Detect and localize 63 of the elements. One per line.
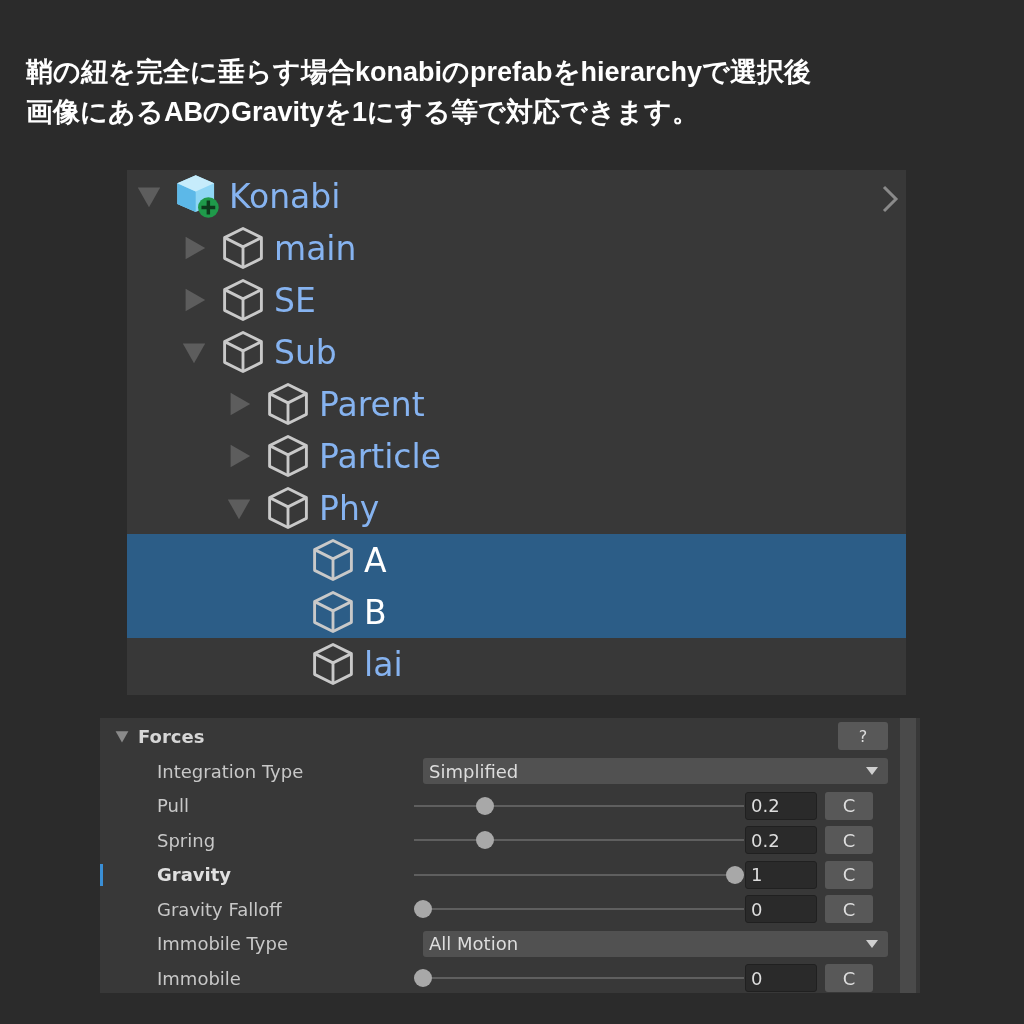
cube-icon: [265, 381, 311, 427]
hierarchy-row[interactable]: main: [127, 222, 906, 274]
number-field[interactable]: 0: [745, 964, 817, 993]
curve-button[interactable]: C: [825, 964, 873, 993]
section-title: Forces: [138, 725, 206, 747]
number-field[interactable]: 0.2: [745, 826, 817, 855]
prefab-cube-icon: [175, 173, 221, 219]
number-field[interactable]: 0: [745, 895, 817, 924]
hierarchy-row[interactable]: Particle: [127, 430, 906, 482]
object-name: Phy: [319, 488, 380, 528]
object-name: A: [364, 540, 387, 580]
dropdown[interactable]: All Motion: [423, 930, 888, 957]
hierarchy-row[interactable]: Sub: [127, 326, 906, 378]
object-name: Particle: [319, 436, 441, 476]
caption-line: 鞘の紐を完全に垂らす場合konabiのprefabをhierarchyで選択後: [26, 56, 812, 89]
property-label: Immobile: [156, 967, 242, 989]
cube-icon: [310, 641, 356, 687]
property-label: Integration Type: [156, 760, 305, 782]
expanded-arrow-icon[interactable]: [114, 728, 130, 744]
slider-thumb[interactable]: [414, 900, 432, 919]
cube-icon: [265, 433, 311, 479]
object-name: lai: [364, 644, 403, 684]
slider-thumb[interactable]: [414, 969, 432, 988]
scrollbar[interactable]: [900, 718, 916, 993]
hierarchy-row[interactable]: B: [127, 586, 906, 638]
object-name: B: [364, 592, 387, 632]
object-name: Sub: [274, 332, 337, 372]
cube-icon: [220, 329, 266, 375]
cube-icon: [310, 589, 356, 635]
property-label: Gravity Falloff: [156, 898, 283, 920]
curve-button[interactable]: C: [825, 791, 873, 820]
property-label: Immobile Type: [156, 933, 289, 955]
slider-thumb[interactable]: [476, 796, 495, 815]
curve-button[interactable]: C: [825, 826, 873, 855]
hierarchy-row[interactable]: Konabi: [127, 170, 906, 222]
cube-icon: [220, 225, 266, 271]
hierarchy-row[interactable]: A: [127, 534, 906, 586]
curve-button[interactable]: C: [825, 895, 873, 924]
dropdown-caret-icon[interactable]: [866, 939, 878, 948]
dropdown-caret-icon[interactable]: [866, 767, 878, 776]
hierarchy-row[interactable]: SE: [127, 274, 906, 326]
slider-thumb[interactable]: [476, 831, 495, 850]
caption-line: 画像にあるABのGravityを1にする等で対応できます。: [26, 96, 700, 129]
property-label: Spring: [156, 829, 217, 851]
cube-icon: [310, 537, 356, 583]
hierarchy-row[interactable]: Parent: [127, 378, 906, 430]
object-name: SE: [274, 280, 316, 320]
object-name: Konabi: [229, 176, 341, 216]
cube-icon: [220, 277, 266, 323]
curve-button[interactable]: C: [825, 860, 873, 889]
cube-icon: [265, 485, 311, 531]
number-field[interactable]: 1: [745, 860, 817, 889]
hierarchy-row[interactable]: lai: [127, 638, 906, 690]
object-name: main: [274, 228, 357, 268]
dropdown[interactable]: Simplified: [423, 758, 888, 785]
object-name: Parent: [319, 384, 425, 424]
hierarchy-row[interactable]: Phy: [127, 482, 906, 534]
chevron-right-icon[interactable]: [880, 184, 900, 214]
slider-thumb[interactable]: [726, 865, 744, 884]
property-label: Gravity: [156, 864, 233, 886]
number-field[interactable]: 0.2: [745, 791, 817, 820]
property-label: Pull: [156, 795, 190, 817]
help-button[interactable]: ?: [838, 722, 888, 750]
